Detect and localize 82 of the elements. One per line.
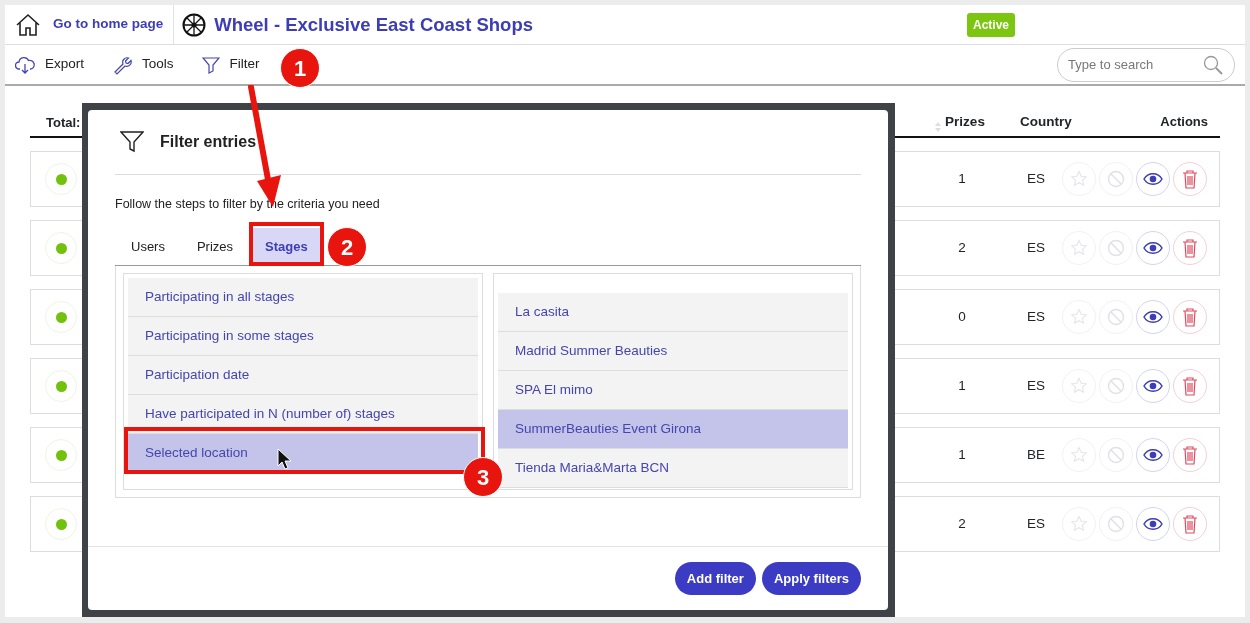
list-item[interactable]: La casita [498,292,848,332]
eye-icon [1143,241,1163,255]
wrench-icon [112,54,133,75]
table-cell: 1 [958,170,966,186]
trash-icon [1182,169,1198,189]
sort-icon [935,122,942,132]
toolbar-button[interactable]: Filter [201,54,260,75]
dialog-button[interactable]: Add filter [674,562,756,595]
step-number: 1 [280,48,320,88]
star-icon [1070,377,1088,395]
eye-icon [1143,379,1163,393]
list-item[interactable]: Participating in some stages [128,316,478,356]
list-item[interactable]: SummerBeauties Event Girona [498,409,848,449]
home-icon [15,12,41,37]
list-item[interactable]: Participating in all stages [128,277,478,317]
eye-icon [1143,517,1163,531]
home-link[interactable]: Go to home page [53,14,164,35]
view-button[interactable] [1136,231,1170,265]
view-button[interactable] [1136,438,1170,472]
status-badge: Active [966,12,1015,37]
block-icon [1107,515,1125,533]
toolbar-button[interactable]: Tools [112,54,174,75]
funnel-icon [120,130,144,154]
star-icon [1070,515,1088,533]
search-field[interactable]: Type to search [1057,47,1235,82]
block-icon [1107,170,1125,188]
list-item[interactable]: Madrid Summer Beauties [498,331,848,371]
table-cell: 1 [958,377,966,393]
trash-icon [1182,238,1198,258]
list-item[interactable]: Tienda Maria&Marta BCN [498,448,848,488]
eye-icon [1143,448,1163,462]
page-title: Wheel - Exclusive East Coast Shops [214,12,533,37]
list-item[interactable]: SPA El mimo [498,370,848,410]
status-dot [55,380,67,392]
trash-icon [1182,514,1198,534]
block-icon [1107,308,1125,326]
status-dot [55,449,67,461]
table-cell: 2 [958,239,966,255]
table-cell: BE [1027,446,1045,462]
block-icon [1107,239,1125,257]
column-header: Total: [46,113,81,132]
search-icon [1203,54,1223,75]
view-button[interactable] [1136,369,1170,403]
table-cell: ES [1027,308,1045,324]
trash-icon [1182,376,1198,396]
eye-icon [1143,310,1163,324]
table-cell: ES [1027,377,1045,393]
status-dot [55,518,67,530]
list-item[interactable]: Participation date [128,355,478,395]
eye-icon [1143,172,1163,186]
view-button[interactable] [1136,507,1170,541]
star-icon [1070,170,1088,188]
tab[interactable]: Prizes [180,227,250,265]
wheel-icon [182,12,207,37]
trash-icon [1182,445,1198,465]
status-dot [55,242,67,254]
column-header: Actions [1160,113,1208,129]
table-cell: 0 [958,308,966,324]
cursor-icon [277,448,293,470]
view-button[interactable] [1136,162,1170,196]
table-cell: 2 [958,515,966,531]
column-header: Country [1020,113,1072,129]
view-button[interactable] [1136,300,1170,334]
cloud-download-icon [15,55,35,74]
status-dot [55,173,67,185]
star-icon [1070,446,1088,464]
star-icon [1070,308,1088,326]
block-icon [1107,446,1125,464]
funnel-icon [201,55,220,74]
trash-icon [1182,307,1198,327]
status-dot [55,311,67,323]
table-cell: ES [1027,170,1045,186]
column-header[interactable]: Prizes [945,111,985,132]
star-icon [1070,239,1088,257]
tab[interactable]: Users [115,227,181,265]
dialog-button[interactable]: Apply filters [761,562,861,595]
table-cell: 1 [958,446,966,462]
dialog-title: Filter entries [160,132,257,152]
block-icon [1107,377,1125,395]
table-cell: ES [1027,515,1045,531]
toolbar-button[interactable]: Export [15,54,85,75]
table-cell: ES [1027,239,1045,255]
